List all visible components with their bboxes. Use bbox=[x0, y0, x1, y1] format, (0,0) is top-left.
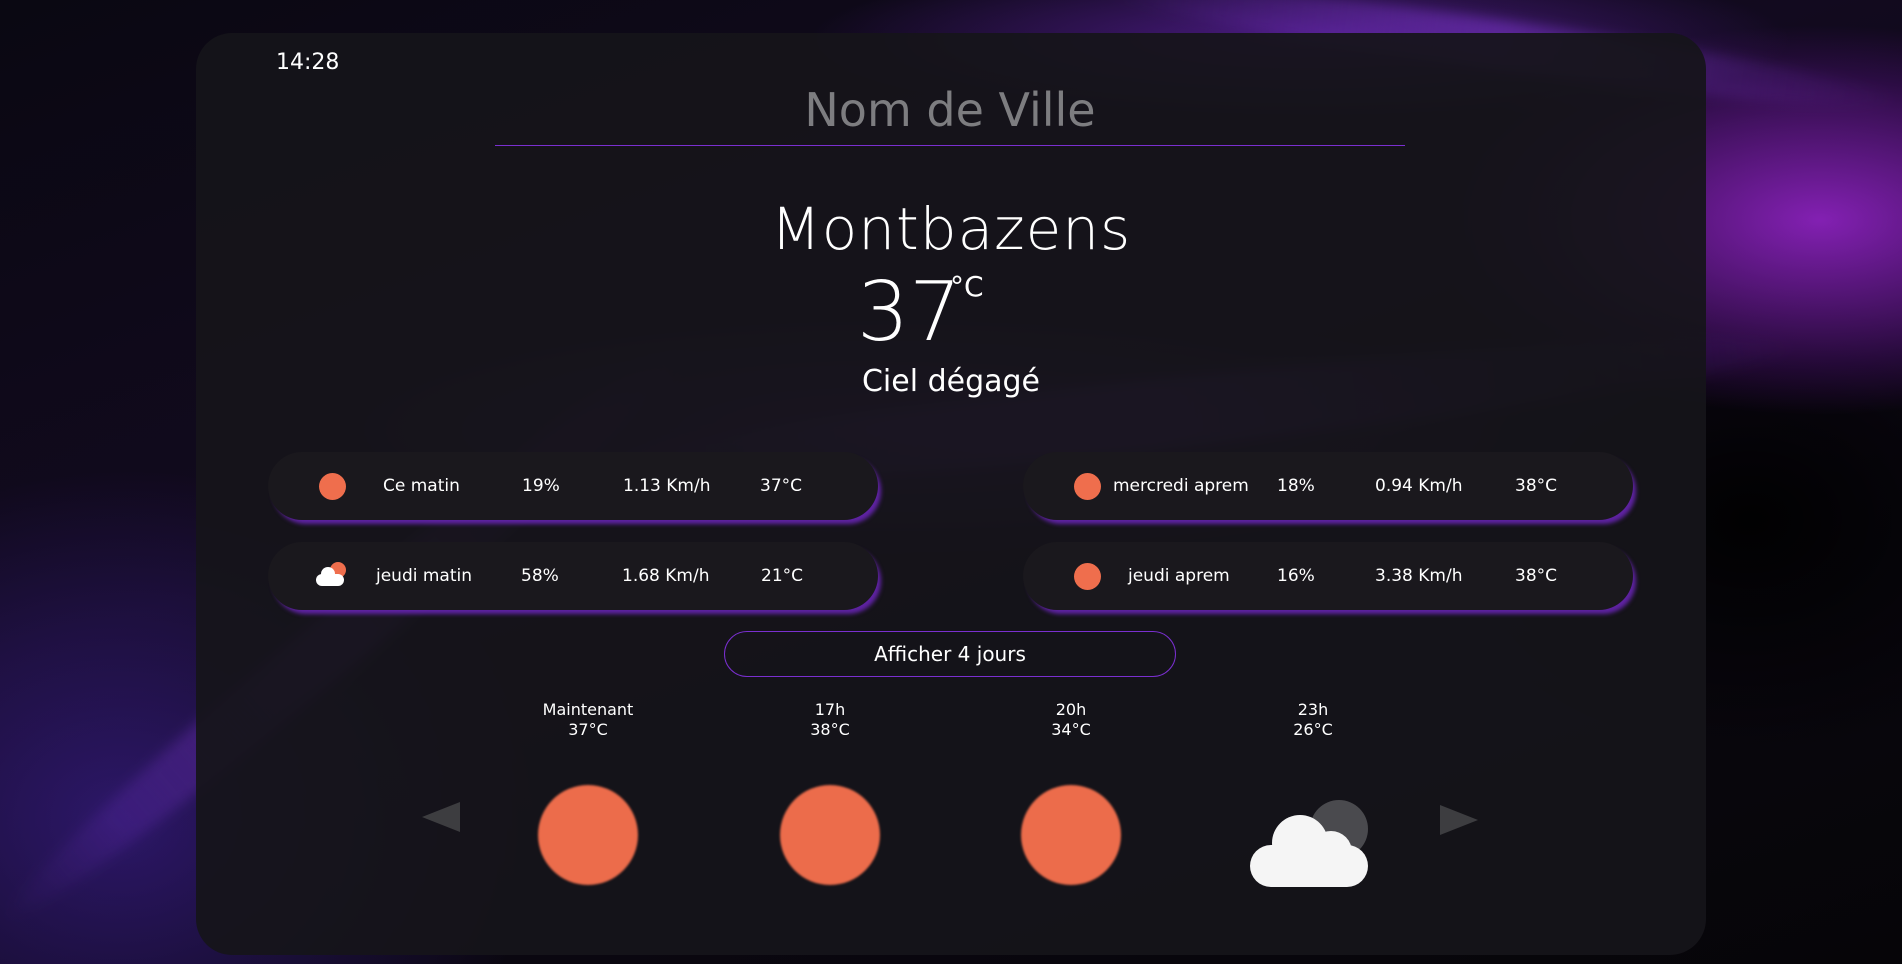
next-arrow-icon[interactable] bbox=[1440, 805, 1478, 835]
partly-cloudy-icon bbox=[312, 560, 348, 590]
forecast-card-jeudi-aprem: jeudi aprem 16% 3.38 Km/h 38°C bbox=[1023, 542, 1633, 610]
hourly-item-23h: 23h 26°C bbox=[1213, 700, 1413, 740]
period-label: Ce matin bbox=[383, 476, 460, 496]
city-name: Montbazens bbox=[770, 195, 1132, 263]
sun-icon bbox=[1021, 785, 1121, 885]
period-humidity: 16% bbox=[1277, 566, 1315, 586]
hourly-temp: 26°C bbox=[1293, 720, 1333, 739]
weather-condition: Ciel dégagé bbox=[861, 364, 1041, 399]
period-label: jeudi matin bbox=[376, 566, 473, 586]
hourly-temp: 38°C bbox=[810, 720, 850, 739]
previous-arrow-icon[interactable] bbox=[422, 802, 460, 832]
hourly-temp: 34°C bbox=[1051, 720, 1091, 739]
temperature-unit: °C bbox=[950, 270, 984, 303]
period-temp: 21°C bbox=[761, 566, 804, 586]
period-temp: 38°C bbox=[1515, 566, 1558, 586]
hourly-time: 23h bbox=[1297, 700, 1329, 719]
period-wind: 1.68 Km/h bbox=[622, 566, 710, 586]
hourly-time: Maintenant bbox=[542, 700, 634, 719]
sun-icon bbox=[1074, 473, 1101, 500]
hourly-time: 17h bbox=[814, 700, 846, 719]
sun-icon bbox=[1074, 563, 1101, 590]
sun-icon bbox=[538, 785, 638, 885]
period-temp: 37°C bbox=[760, 476, 803, 496]
forecast-card-mercredi-aprem: mercredi aprem 18% 0.94 Km/h 38°C bbox=[1023, 452, 1633, 520]
period-label: mercredi aprem bbox=[1113, 476, 1249, 496]
sun-icon bbox=[780, 785, 880, 885]
sun-icon bbox=[319, 473, 346, 500]
period-humidity: 18% bbox=[1277, 476, 1315, 496]
period-humidity: 19% bbox=[522, 476, 560, 496]
hourly-item-17h: 17h 38°C bbox=[730, 700, 930, 740]
period-humidity: 58% bbox=[521, 566, 559, 586]
period-temp: 38°C bbox=[1515, 476, 1558, 496]
forecast-card-jeudi-matin: jeudi matin 58% 1.68 Km/h 21°C bbox=[268, 542, 878, 610]
hourly-item-now: Maintenant 37°C bbox=[488, 700, 688, 740]
period-wind: 1.13 Km/h bbox=[623, 476, 711, 496]
hourly-item-20h: 20h 34°C bbox=[971, 700, 1171, 740]
city-search-input[interactable] bbox=[495, 75, 1405, 146]
show-4-days-button[interactable]: Afficher 4 jours bbox=[724, 631, 1176, 677]
period-label: jeudi aprem bbox=[1128, 566, 1230, 586]
clock: 14:28 bbox=[276, 50, 340, 75]
hourly-time: 20h bbox=[1055, 700, 1087, 719]
period-wind: 0.94 Km/h bbox=[1375, 476, 1463, 496]
current-temperature: 37 bbox=[857, 265, 962, 360]
cloud-night-icon bbox=[1250, 795, 1380, 895]
hourly-temp: 37°C bbox=[568, 720, 608, 739]
period-wind: 3.38 Km/h bbox=[1375, 566, 1463, 586]
forecast-card-ce-matin: Ce matin 19% 1.13 Km/h 37°C bbox=[268, 452, 878, 520]
